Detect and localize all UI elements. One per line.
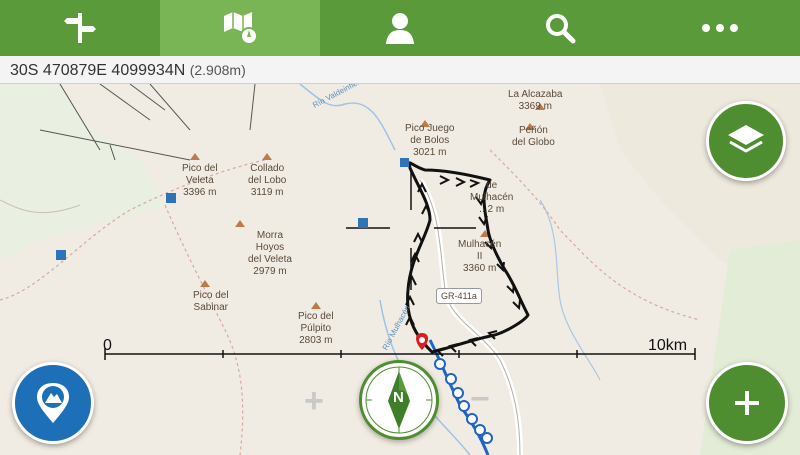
search-icon xyxy=(546,14,576,44)
utm-position: 30S 470879E 4099934N xyxy=(10,62,186,79)
peak-elevation: 3369 m xyxy=(518,101,552,112)
tab-search[interactable] xyxy=(480,0,640,56)
altitude-readout: (2.908m) xyxy=(189,62,246,78)
compass-button[interactable]: N xyxy=(359,360,439,440)
peak-name-line2: Sabinar xyxy=(193,302,229,313)
meadow-area xyxy=(0,84,165,260)
peak-elevation: 3021 m xyxy=(413,147,447,158)
scale-bar xyxy=(104,348,696,360)
map-view[interactable]: La Alcazaba 3369 m Peñón del Globo Pico … xyxy=(0,84,800,455)
peak-name: Pico del xyxy=(182,163,218,174)
peak-name-line2: Mulhacén xyxy=(470,192,514,203)
label-collado-lobo: Collado del Lobo 3119 m xyxy=(248,163,286,199)
layers-icon xyxy=(728,125,764,153)
peak-name: Mulhacén xyxy=(458,239,502,250)
layers-button[interactable] xyxy=(706,101,786,181)
peak-elevation: ...2 m xyxy=(479,204,505,215)
scale-start-label: 0 xyxy=(103,337,112,354)
peak-name: Pico Juego xyxy=(405,123,455,134)
location-mountain-icon xyxy=(37,383,69,423)
label-sabinar: Pico del Sabinar xyxy=(193,290,229,314)
label-mulhacen-ii: Mulhacén II 3360 m xyxy=(458,239,501,275)
peak-name: Peñón xyxy=(518,125,548,136)
scale-end-label: 10km xyxy=(648,337,688,354)
tab-map[interactable] xyxy=(160,0,320,56)
peak-elevation: 2979 m xyxy=(253,266,287,277)
locate-button[interactable] xyxy=(12,362,94,444)
peak-name-line2: Púlpito xyxy=(300,323,332,334)
peak-name: Pico del xyxy=(193,290,229,301)
top-toolbar xyxy=(0,0,800,56)
peak-name: Collado xyxy=(250,163,285,174)
peak-name-line2: Veleta xyxy=(185,175,214,186)
plus-icon xyxy=(735,391,759,415)
label-mulhacen-top: de Mulhacén ...2 m xyxy=(470,180,513,216)
peak-name: La Alcazaba xyxy=(508,89,563,100)
zoom-out-button[interactable]: − xyxy=(470,382,490,416)
tab-profile[interactable] xyxy=(320,0,480,56)
coordinate-readout: 30S 470879E 4099934N (2.908m) xyxy=(0,56,800,84)
tab-more[interactable] xyxy=(640,0,800,56)
label-morra-hoyos: Morra Hoyos del Veleta 2979 m xyxy=(248,230,292,278)
person-icon xyxy=(386,13,414,44)
peak-name-line3: del Veleta xyxy=(248,254,292,265)
stream-line xyxy=(539,199,601,381)
peak-elevation: 3119 m xyxy=(250,187,284,198)
peak-name: de xyxy=(486,180,498,191)
map-compass-icon xyxy=(224,12,258,45)
compass-north-label: N xyxy=(393,389,404,406)
peak-name-line2: II xyxy=(476,251,483,262)
trail-line-2 xyxy=(164,204,244,455)
label-alcazaba: La Alcazaba 3369 m xyxy=(508,89,563,113)
peak-name-line2: del Lobo xyxy=(248,175,287,186)
label-pulpito: Pico del Púlpito 2803 m xyxy=(298,311,334,347)
tab-waypoints[interactable] xyxy=(0,0,160,56)
label-penon-globo: Peñón del Globo xyxy=(512,125,555,149)
peak-name-line2: de Bolos xyxy=(410,135,450,146)
label-juego-bolos: Pico Juego de Bolos 3021 m xyxy=(405,123,454,159)
peak-elevation: 3396 m xyxy=(183,187,217,198)
peak-name: Morra xyxy=(256,230,284,241)
peak-name: Pico del xyxy=(298,311,334,322)
road-label: GR-411a xyxy=(436,288,482,304)
peak-name-line2: Hoyos xyxy=(255,242,285,253)
peak-name-line2: del Globo xyxy=(512,137,555,148)
zoom-in-button[interactable]: + xyxy=(304,384,324,418)
add-button[interactable] xyxy=(706,362,788,444)
peak-elevation: 3360 m xyxy=(463,263,497,274)
signpost-icon xyxy=(64,13,96,43)
label-veleta: Pico del Veleta 3396 m xyxy=(182,163,218,199)
more-dots-icon xyxy=(702,24,738,32)
peak-elevation: 2803 m xyxy=(299,335,333,346)
